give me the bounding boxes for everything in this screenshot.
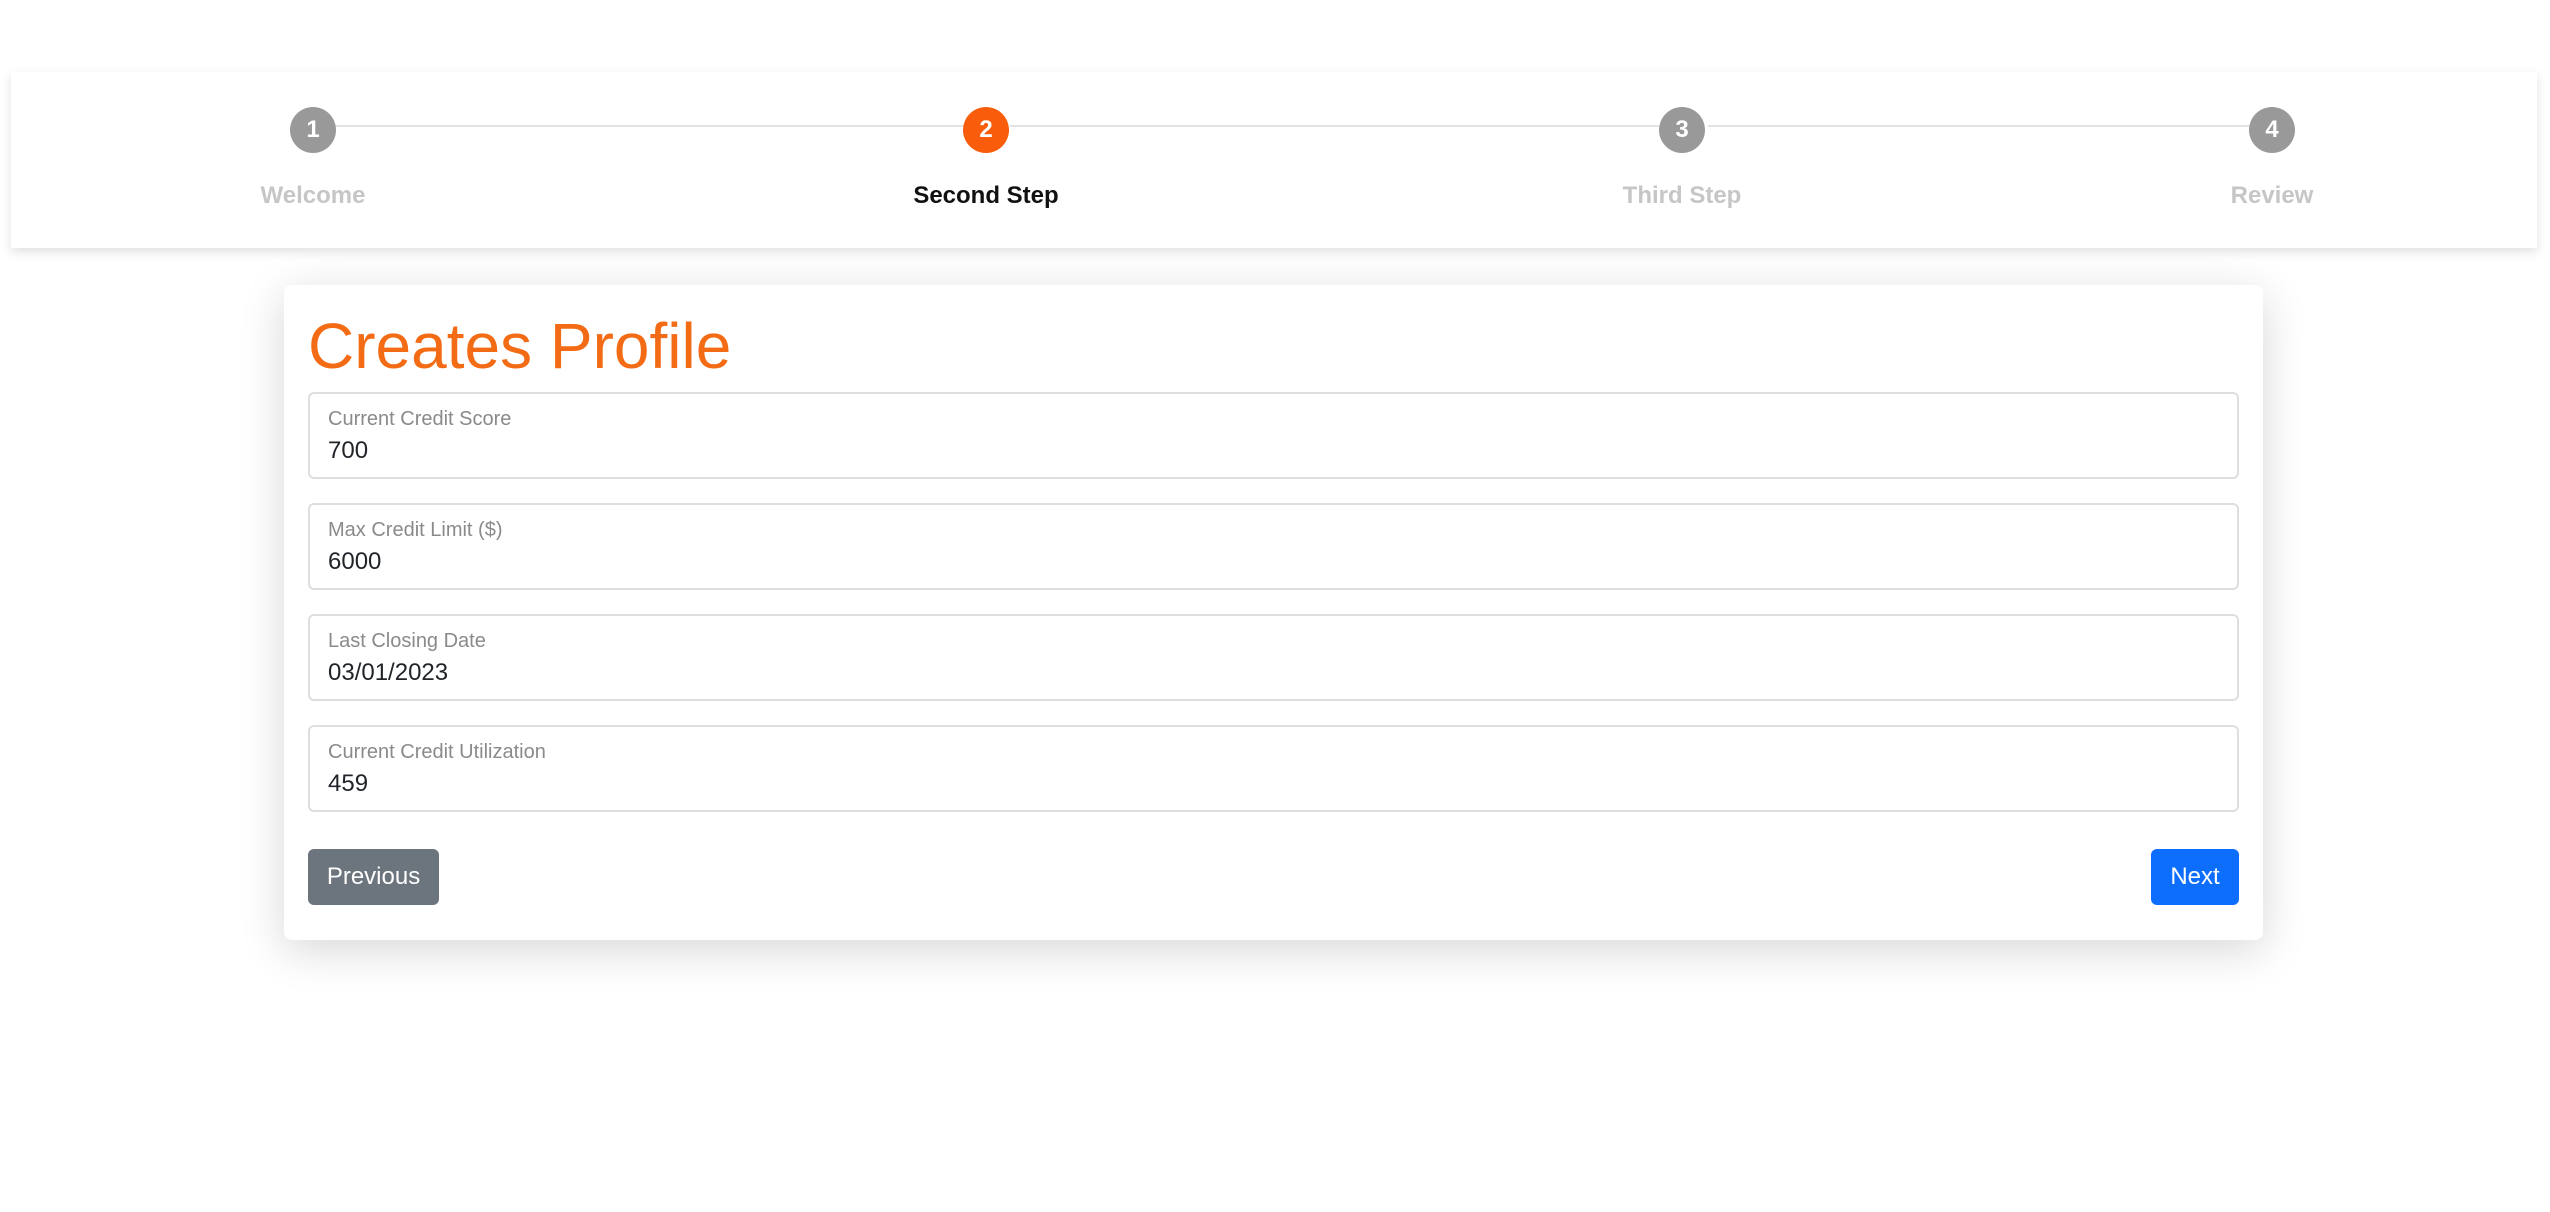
credit-utilization-field[interactable]: Current Credit Utilization 459 bbox=[308, 725, 2239, 812]
step-label: Second Step bbox=[913, 182, 1059, 209]
step-number-badge: 2 bbox=[963, 107, 1009, 153]
step-number-badge: 4 bbox=[2249, 107, 2295, 153]
field-value[interactable]: 6000 bbox=[328, 548, 381, 576]
step-number-badge: 1 bbox=[290, 107, 336, 153]
next-button[interactable]: Next bbox=[2151, 849, 2239, 905]
progress-stepper: 1 Welcome 2 Second Step 3 Third Step 4 R… bbox=[11, 72, 2537, 248]
step-welcome[interactable]: 1 Welcome bbox=[163, 107, 463, 210]
field-value[interactable]: 03/01/2023 bbox=[328, 659, 448, 687]
field-label: Last Closing Date bbox=[328, 630, 486, 652]
max-credit-limit-field[interactable]: Max Credit Limit ($) 6000 bbox=[308, 503, 2239, 590]
last-closing-date-field[interactable]: Last Closing Date 03/01/2023 bbox=[308, 614, 2239, 701]
step-label: Review bbox=[2230, 182, 2314, 209]
form-title: Creates Profile bbox=[308, 310, 732, 382]
profile-form-card: Creates Profile Current Credit Score 700… bbox=[284, 285, 2263, 940]
step-label: Welcome bbox=[260, 182, 366, 209]
step-number-badge: 3 bbox=[1659, 107, 1705, 153]
step-third-step[interactable]: 3 Third Step bbox=[1532, 107, 1832, 210]
previous-button[interactable]: Previous bbox=[308, 849, 439, 905]
step-second-step[interactable]: 2 Second Step bbox=[836, 107, 1136, 210]
field-label: Max Credit Limit ($) bbox=[328, 519, 503, 541]
field-value[interactable]: 459 bbox=[328, 770, 368, 798]
field-value[interactable]: 700 bbox=[328, 437, 368, 465]
step-review[interactable]: 4 Review bbox=[2122, 107, 2422, 210]
field-label: Current Credit Score bbox=[328, 408, 512, 430]
field-label: Current Credit Utilization bbox=[328, 741, 546, 763]
step-label: Third Step bbox=[1622, 182, 1742, 209]
credit-score-field[interactable]: Current Credit Score 700 bbox=[308, 392, 2239, 479]
